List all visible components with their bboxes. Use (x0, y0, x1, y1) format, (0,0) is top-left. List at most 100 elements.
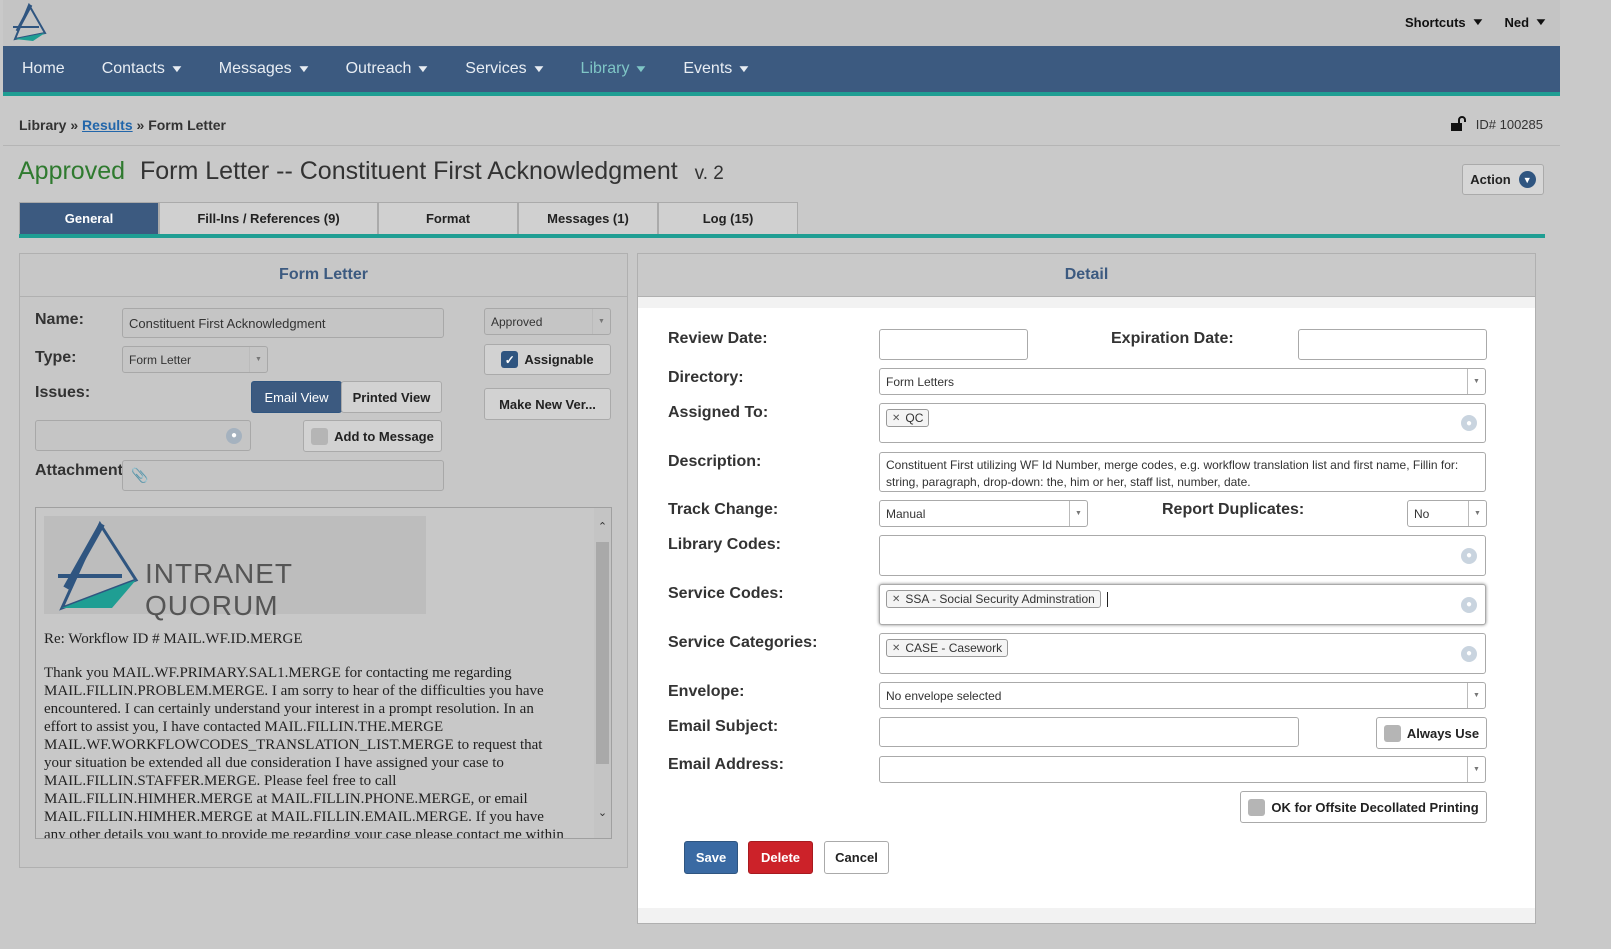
scroll-up-icon[interactable]: ⌃ (594, 520, 611, 533)
main-nav: Home Contacts ▼ Messages ▼ Outreach ▼ Servi… (3, 46, 1560, 96)
service-category-tag[interactable]: ✕ CASE - Casework (886, 639, 1009, 657)
letter-logo: INTRANET QUORUM (44, 516, 426, 621)
title-version: v. 2 (694, 163, 724, 184)
library-codes-input[interactable]: ● (879, 535, 1486, 576)
nav-events[interactable]: Events ▼ (683, 60, 751, 78)
checkbox-icon[interactable] (311, 427, 329, 445)
search-icon[interactable]: ● (226, 427, 242, 444)
directory-label: Directory: (668, 369, 744, 386)
checkbox-checked-icon[interactable]: ✓ (501, 351, 519, 368)
track-change-label: Track Change: (668, 501, 779, 518)
nav-services[interactable]: Services ▼ (465, 60, 547, 78)
preview-scrollbar[interactable]: ⌃ ⌄ (594, 508, 611, 838)
printed-view-button[interactable]: Printed View (341, 381, 442, 413)
service-categories-input[interactable]: ✕ CASE - Casework ● (879, 633, 1486, 674)
save-button[interactable]: Save (684, 841, 738, 874)
chevron-down-icon: ▼ (296, 63, 312, 75)
directory-select[interactable]: Form Letters ▼ (879, 368, 1486, 395)
action-button[interactable]: Action ▼ (1462, 164, 1544, 195)
letter-body: Re: Workflow ID # MAIL.WF.ID.MERGE Thank… (44, 630, 594, 838)
tab-format[interactable]: Format (378, 202, 518, 234)
status-select[interactable]: Approved ▼ (484, 308, 611, 335)
top-bar: Shortcuts ▼ Ned ▼ (3, 0, 1560, 46)
paperclip-icon[interactable]: 📎 (131, 467, 148, 484)
name-label: Name: (35, 311, 84, 328)
track-change-select[interactable]: Manual ▼ (879, 500, 1088, 527)
nav-messages[interactable]: Messages ▼ (219, 60, 312, 78)
scroll-thumb[interactable] (596, 542, 609, 764)
envelope-label: Envelope: (668, 683, 745, 700)
breadcrumb-results-link[interactable]: Results (82, 117, 133, 133)
email-address-select[interactable]: ▼ (879, 756, 1486, 783)
always-use-toggle[interactable]: Always Use (1376, 717, 1487, 749)
assigned-to-label: Assigned To: (668, 404, 769, 421)
title-type: Form Letter -- (139, 157, 293, 185)
record-id: ID# 100285 (1475, 116, 1543, 132)
delete-button[interactable]: Delete (748, 841, 813, 874)
nav-home[interactable]: Home (22, 60, 65, 78)
shortcuts-menu[interactable]: Shortcuts ▼ (1405, 15, 1486, 30)
report-duplicates-select[interactable]: No ▼ (1407, 500, 1487, 527)
service-codes-input[interactable]: ✕ SSA - Social Security Adminstration ● (879, 584, 1486, 625)
chevron-down-icon: ▼ (249, 347, 267, 372)
search-icon[interactable]: ● (1461, 415, 1477, 431)
chevron-down-icon: ▼ (1467, 683, 1485, 708)
service-code-tag[interactable]: ✕ SSA - Social Security Adminstration (886, 590, 1101, 608)
chevron-down-icon: ▼ (1470, 17, 1486, 28)
remove-icon[interactable]: ✕ (892, 594, 900, 605)
checkbox-icon[interactable] (1248, 798, 1266, 816)
email-view-button[interactable]: Email View (251, 381, 342, 413)
brand-text: INTRANET QUORUM (145, 558, 293, 621)
review-date-input[interactable] (879, 329, 1028, 360)
form-letter-panel: Form Letter Name: Constituent First Ackn… (19, 253, 628, 868)
scroll-down-icon[interactable]: ⌄ (594, 806, 611, 819)
assigned-to-input[interactable]: ✕ QC ● (879, 403, 1486, 443)
unlock-icon[interactable] (1450, 116, 1468, 132)
expiration-date-input[interactable] (1298, 329, 1487, 360)
remove-icon[interactable]: ✕ (892, 413, 900, 424)
assignable-toggle[interactable]: ✓ Assignable (484, 344, 611, 375)
attachments-input[interactable]: 📎 (122, 460, 444, 491)
search-icon[interactable]: ● (1461, 547, 1477, 564)
chevron-down-icon: ▼ (592, 309, 610, 334)
letter-preview[interactable]: INTRANET QUORUM Re: Workflow ID # MAIL.W… (35, 507, 612, 839)
user-menu[interactable]: Ned ▼ (1505, 15, 1549, 30)
nav-library[interactable]: Library ▼ (581, 60, 649, 78)
name-input[interactable]: Constituent First Acknowledgment (122, 308, 444, 338)
nav-contacts[interactable]: Contacts ▼ (102, 60, 185, 78)
email-address-label: Email Address: (668, 756, 784, 773)
cancel-button[interactable]: Cancel (824, 841, 889, 874)
assigned-tag[interactable]: ✕ QC (886, 409, 930, 427)
chevron-down-icon: ▼ (1533, 17, 1549, 28)
offsite-printing-toggle[interactable]: OK for Offsite Decollated Printing (1240, 791, 1487, 823)
tab-general[interactable]: General (19, 202, 159, 234)
issues-search-input[interactable]: ● (35, 420, 251, 451)
checkbox-icon[interactable] (1383, 724, 1401, 742)
tab-log[interactable]: Log (15) (658, 202, 798, 234)
add-to-message-button[interactable]: Add to Message (303, 420, 442, 452)
chevron-down-icon: ▼ (633, 63, 649, 75)
letter-re: Re: Workflow ID # MAIL.WF.ID.MERGE (44, 631, 303, 647)
chevron-down-icon: ▼ (1069, 501, 1087, 526)
chevron-down-icon: ▼ (1468, 501, 1486, 526)
chevron-down-icon: ▼ (169, 63, 185, 75)
detail-panel: Detail Review Date: Expiration Date: Dir… (637, 253, 1536, 924)
email-subject-input[interactable] (879, 717, 1299, 747)
envelope-select[interactable]: No envelope selected ▼ (879, 682, 1486, 709)
description-input[interactable]: Constituent First utilizing WF Id Number… (879, 452, 1486, 492)
breadcrumb: Library » Results » Form Letter (19, 117, 226, 133)
search-icon[interactable]: ● (1461, 596, 1477, 613)
status-label: Approved (18, 157, 126, 185)
make-new-version-button[interactable]: Make New Ver... (484, 388, 611, 420)
remove-icon[interactable]: ✕ (892, 643, 900, 654)
detail-header: Detail (638, 254, 1535, 297)
search-icon[interactable]: ● (1461, 645, 1477, 662)
tab-messages[interactable]: Messages (1) (518, 202, 658, 234)
type-select[interactable]: Form Letter ▼ (122, 346, 268, 373)
tab-fill-ins-references[interactable]: Fill-Ins / References (9) (159, 202, 378, 234)
breadcrumb-bar: Library » Results » Form Letter ID# 1002… (3, 100, 1560, 146)
app-logo-icon[interactable] (9, 2, 49, 46)
chevron-down-icon: ▼ (531, 63, 547, 75)
nav-outreach[interactable]: Outreach ▼ (346, 60, 431, 78)
type-label: Type: (35, 349, 77, 366)
